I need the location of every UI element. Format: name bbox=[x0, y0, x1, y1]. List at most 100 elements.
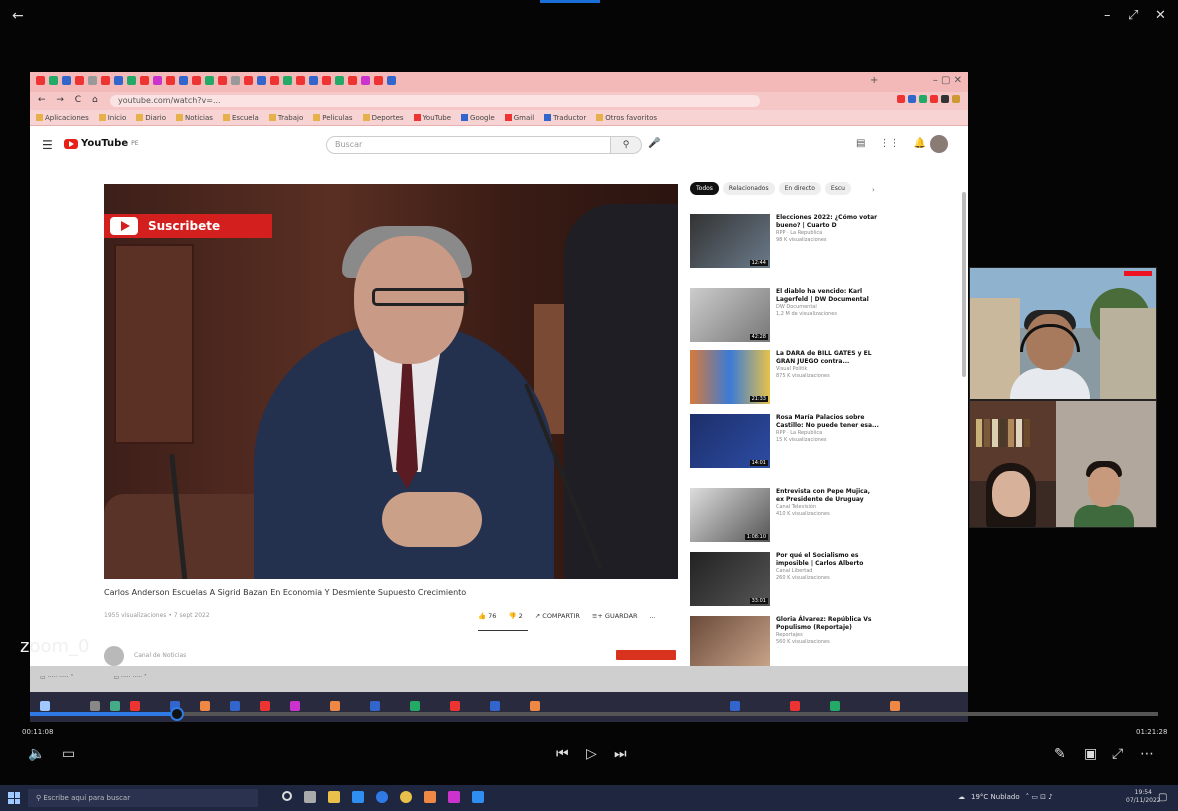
next-icon[interactable]: ⏭ bbox=[614, 746, 627, 762]
bookmark-item[interactable]: Noticias bbox=[176, 114, 213, 122]
tab-favicon-icon[interactable] bbox=[75, 76, 84, 85]
tab-favicon-icon[interactable] bbox=[153, 76, 162, 85]
bookmark-item[interactable]: Traductor bbox=[544, 114, 586, 122]
fullscreen-icon[interactable]: ⤢ bbox=[1112, 746, 1123, 762]
save-button[interactable]: ≡+ GUARDAR bbox=[592, 612, 638, 620]
app-icon[interactable] bbox=[424, 791, 436, 803]
tab-favicon-icon[interactable] bbox=[88, 76, 97, 85]
bookmark-item[interactable]: Aplicaciones bbox=[36, 114, 89, 122]
edit-icon[interactable]: ✎ bbox=[1054, 746, 1066, 762]
bookmark-item[interactable]: Google bbox=[461, 114, 495, 122]
subtitles-icon[interactable]: ▭ bbox=[62, 746, 75, 762]
tab-favicon-icon[interactable] bbox=[322, 76, 331, 85]
channel-name[interactable]: Canal de Noticias bbox=[134, 652, 186, 659]
tab-favicon-icon[interactable] bbox=[36, 76, 45, 85]
recommendation-item[interactable]: 14:01 Rosa María Palacios sobre Castillo… bbox=[690, 414, 880, 474]
channel-avatar[interactable] bbox=[104, 646, 124, 666]
tab-favicon-icon[interactable] bbox=[348, 76, 357, 85]
avatar[interactable] bbox=[930, 135, 948, 153]
dislike-button[interactable]: 👎 2 bbox=[508, 612, 522, 620]
tray-icons[interactable]: ˄ ▭ ⊡ ♪ bbox=[1026, 793, 1053, 801]
download-item[interactable]: ▭ ····· ····· ˄ bbox=[40, 674, 73, 681]
bookmark-item[interactable]: Trabajo bbox=[268, 114, 303, 122]
tab-favicon-icon[interactable] bbox=[127, 76, 136, 85]
mail-icon[interactable] bbox=[352, 791, 364, 803]
tab-favicon-icon[interactable] bbox=[244, 76, 253, 85]
participant-video-1[interactable] bbox=[969, 267, 1157, 400]
app-icon[interactable] bbox=[472, 791, 484, 803]
recommendation-item[interactable]: 1:08:10 Entrevista con Pepe Mujica, ex P… bbox=[690, 488, 880, 548]
more-options-icon[interactable]: ⋯ bbox=[1140, 746, 1154, 762]
tab-favicon-icon[interactable] bbox=[231, 76, 240, 85]
tab-favicon-icon[interactable] bbox=[218, 76, 227, 85]
file-explorer-icon[interactable] bbox=[328, 791, 340, 803]
tab-favicon-icon[interactable] bbox=[114, 76, 123, 85]
app-icon[interactable] bbox=[448, 791, 460, 803]
video-frame[interactable]: Suscribete bbox=[104, 184, 678, 579]
url-field[interactable]: youtube.com/watch?v=... bbox=[110, 95, 760, 107]
bookmark-item[interactable]: Inicio bbox=[98, 114, 126, 122]
tab-favicon-icon[interactable] bbox=[101, 76, 110, 85]
tab-favicon-icon[interactable] bbox=[205, 76, 214, 85]
tab-favicon-icon[interactable] bbox=[387, 76, 396, 85]
bookmark-item[interactable]: Peliculas bbox=[313, 114, 353, 122]
browser-window-controls[interactable]: – ▢ ✕ bbox=[933, 75, 962, 86]
recommendation-item[interactable]: Gloria Álvarez: República Vs Populismo (… bbox=[690, 616, 880, 670]
tab-favicon-icon[interactable] bbox=[49, 76, 58, 85]
recommendation-item[interactable]: 21:33 La DARA de BILL GATES y EL GRAN JU… bbox=[690, 350, 880, 410]
notifications-icon[interactable]: 🔔 bbox=[913, 138, 925, 149]
search-button[interactable]: ⚲ bbox=[610, 136, 642, 154]
tab-favicon-icon[interactable] bbox=[270, 76, 279, 85]
maximize-button[interactable]: ⤢ bbox=[1128, 8, 1138, 23]
chrome-icon[interactable] bbox=[400, 791, 412, 803]
apps-icon[interactable]: ⋮⋮ bbox=[879, 138, 899, 149]
download-item[interactable]: ▭ ····· ····· ˄ bbox=[113, 674, 146, 681]
volume-icon[interactable]: 🔈 bbox=[28, 746, 45, 762]
microphone-icon[interactable]: 🎤 bbox=[648, 138, 660, 149]
scrollbar[interactable] bbox=[962, 192, 966, 377]
extension-icon[interactable] bbox=[919, 95, 927, 103]
task-view-icon[interactable] bbox=[304, 791, 316, 803]
new-tab-icon[interactable]: + bbox=[870, 75, 878, 86]
chip-live[interactable]: En directo bbox=[778, 182, 821, 195]
tab-favicon-icon[interactable] bbox=[309, 76, 318, 85]
previous-icon[interactable]: ⏮ bbox=[556, 746, 569, 762]
play-icon[interactable]: ▷ bbox=[586, 746, 597, 762]
tab-favicon-icon[interactable] bbox=[257, 76, 266, 85]
browser-nav-icons[interactable]: ← → C ⌂ bbox=[38, 95, 102, 105]
tab-favicon-icon[interactable] bbox=[296, 76, 305, 85]
bookmark-item[interactable]: Otros favoritos bbox=[596, 114, 657, 122]
chip-other[interactable]: Escu bbox=[824, 182, 851, 195]
tab-favicon-icon[interactable] bbox=[361, 76, 370, 85]
subscribe-button[interactable] bbox=[616, 650, 676, 660]
tab-favicon-icon[interactable] bbox=[62, 76, 71, 85]
windows-start-icon[interactable] bbox=[8, 792, 20, 804]
search-input[interactable]: Buscar bbox=[326, 136, 626, 154]
tab-favicon-icon[interactable] bbox=[283, 76, 292, 85]
weather-text[interactable]: 19°C Nublado bbox=[971, 793, 1020, 801]
extension-icon[interactable] bbox=[941, 95, 949, 103]
chip-related[interactable]: Relacionados bbox=[722, 182, 775, 195]
chevron-right-icon[interactable]: › bbox=[872, 186, 875, 194]
clock[interactable]: 19:54 07/11/2022 bbox=[1126, 789, 1161, 805]
chip-all[interactable]: Todos bbox=[690, 182, 719, 195]
tab-favicon-icon[interactable] bbox=[192, 76, 201, 85]
recommendation-item[interactable]: 33:01 Por qué el Socialismo es imposible… bbox=[690, 552, 880, 612]
close-button[interactable]: ✕ bbox=[1155, 8, 1166, 23]
os-search-input[interactable]: ⚲ Escribe aquí para buscar bbox=[28, 789, 258, 807]
weather-icon[interactable]: ☁ bbox=[958, 793, 965, 801]
cortana-icon[interactable] bbox=[282, 791, 292, 801]
tab-favicon-icon[interactable] bbox=[374, 76, 383, 85]
create-video-icon[interactable]: ▤ bbox=[856, 138, 865, 149]
back-arrow-icon[interactable]: ← bbox=[12, 8, 24, 24]
like-button[interactable]: 👍 76 bbox=[478, 612, 496, 620]
seek-handle[interactable] bbox=[169, 707, 184, 721]
seek-bar[interactable] bbox=[30, 707, 1158, 721]
tab-favicon-icon[interactable] bbox=[166, 76, 175, 85]
notifications-icon[interactable]: ▢ bbox=[1158, 792, 1167, 803]
miniplayer-icon[interactable]: ▣ bbox=[1084, 746, 1097, 762]
extension-icon[interactable] bbox=[952, 95, 960, 103]
extension-icon[interactable] bbox=[930, 95, 938, 103]
bookmark-item[interactable]: Deportes bbox=[362, 114, 404, 122]
more-button[interactable]: ... bbox=[650, 612, 656, 620]
